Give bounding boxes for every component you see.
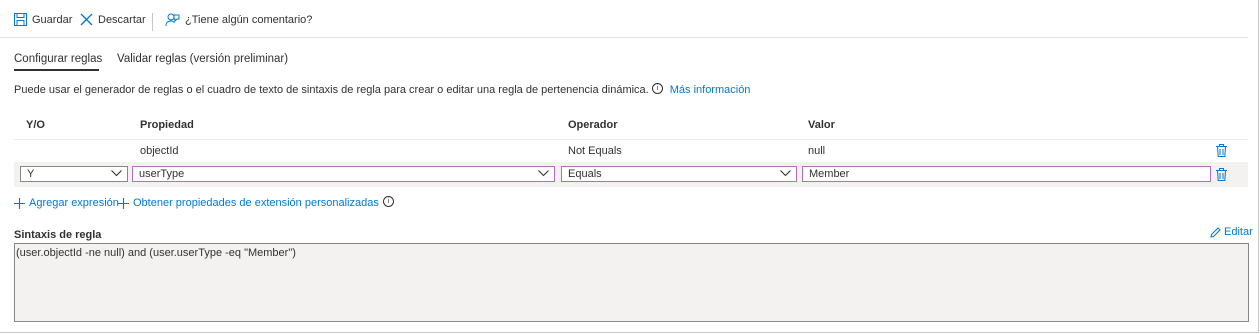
rule-syntax-textbox[interactable]: (user.objectId -ne null) and (user.userT… xyxy=(14,243,1249,322)
property-select-value: userType xyxy=(139,168,185,180)
operator-select[interactable]: Equals xyxy=(561,166,797,182)
delete-row2-icon[interactable] xyxy=(1216,168,1227,181)
operator-select-value: Equals xyxy=(568,168,602,180)
chevron-down-icon xyxy=(538,170,549,177)
get-extension-properties-button[interactable]: Obtener propiedades de extensión persona… xyxy=(118,195,394,209)
close-icon xyxy=(80,13,93,26)
edit-label: Editar xyxy=(1224,226,1253,238)
row1-operator: Not Equals xyxy=(568,145,622,157)
delete-row1-icon[interactable] xyxy=(1216,144,1227,157)
command-bar: Guardar Descartar ¿Tiene algún comentari… xyxy=(0,0,1248,38)
andor-select-value: Y xyxy=(27,168,35,180)
feedback-button[interactable]: ¿Tiene algún comentario? xyxy=(165,13,312,27)
tab-validate-rules[interactable]: Validar reglas (versión preliminar) xyxy=(117,53,288,65)
pencil-icon xyxy=(1210,226,1221,238)
row1-value: null xyxy=(808,145,826,157)
andor-select[interactable]: Y xyxy=(20,166,128,182)
header-operator: Operador xyxy=(568,119,618,131)
rule-syntax-text: (user.objectId -ne null) and (user.userT… xyxy=(16,247,296,259)
value-input-text: Member xyxy=(809,168,850,180)
get-extension-properties-label: Obtener propiedades de extensión persona… xyxy=(133,197,379,209)
learn-more-link[interactable]: Más información xyxy=(670,84,751,96)
chevron-down-icon xyxy=(780,170,791,177)
save-label: Guardar xyxy=(32,13,73,26)
info-text-row: Puede usar el generador de reglas o el c… xyxy=(14,82,751,96)
edit-syntax-button[interactable]: Editar xyxy=(1210,226,1253,238)
active-tab-indicator xyxy=(14,69,99,71)
feedback-icon xyxy=(165,13,180,27)
header-andor: Y/O xyxy=(26,119,45,131)
info-icon[interactable]: i xyxy=(382,195,394,207)
toolbar-divider xyxy=(152,13,153,31)
save-button[interactable]: Guardar xyxy=(14,13,72,26)
feedback-label: ¿Tiene algún comentario? xyxy=(185,14,313,26)
syntax-title: Sintaxis de regla xyxy=(14,229,102,241)
header-property: Propiedad xyxy=(140,119,194,131)
chevron-down-icon xyxy=(111,170,122,177)
property-select[interactable]: userType xyxy=(132,166,555,182)
save-icon xyxy=(14,13,27,26)
discard-button[interactable]: Descartar xyxy=(80,13,146,26)
add-expression-button[interactable]: Agregar expresión xyxy=(14,197,119,209)
plus-icon xyxy=(118,197,129,209)
row-divider xyxy=(14,139,1248,140)
row1-property: objectId xyxy=(140,145,179,157)
info-icon[interactable]: i xyxy=(651,82,663,94)
header-value: Valor xyxy=(808,119,835,131)
info-text: Puede usar el generador de reglas o el c… xyxy=(14,84,649,96)
discard-label: Descartar xyxy=(98,13,146,26)
tab-configure-rules[interactable]: Configurar reglas xyxy=(14,53,102,65)
plus-icon xyxy=(14,197,25,209)
value-input[interactable]: Member xyxy=(802,166,1211,182)
add-expression-label: Agregar expresión xyxy=(29,197,119,209)
